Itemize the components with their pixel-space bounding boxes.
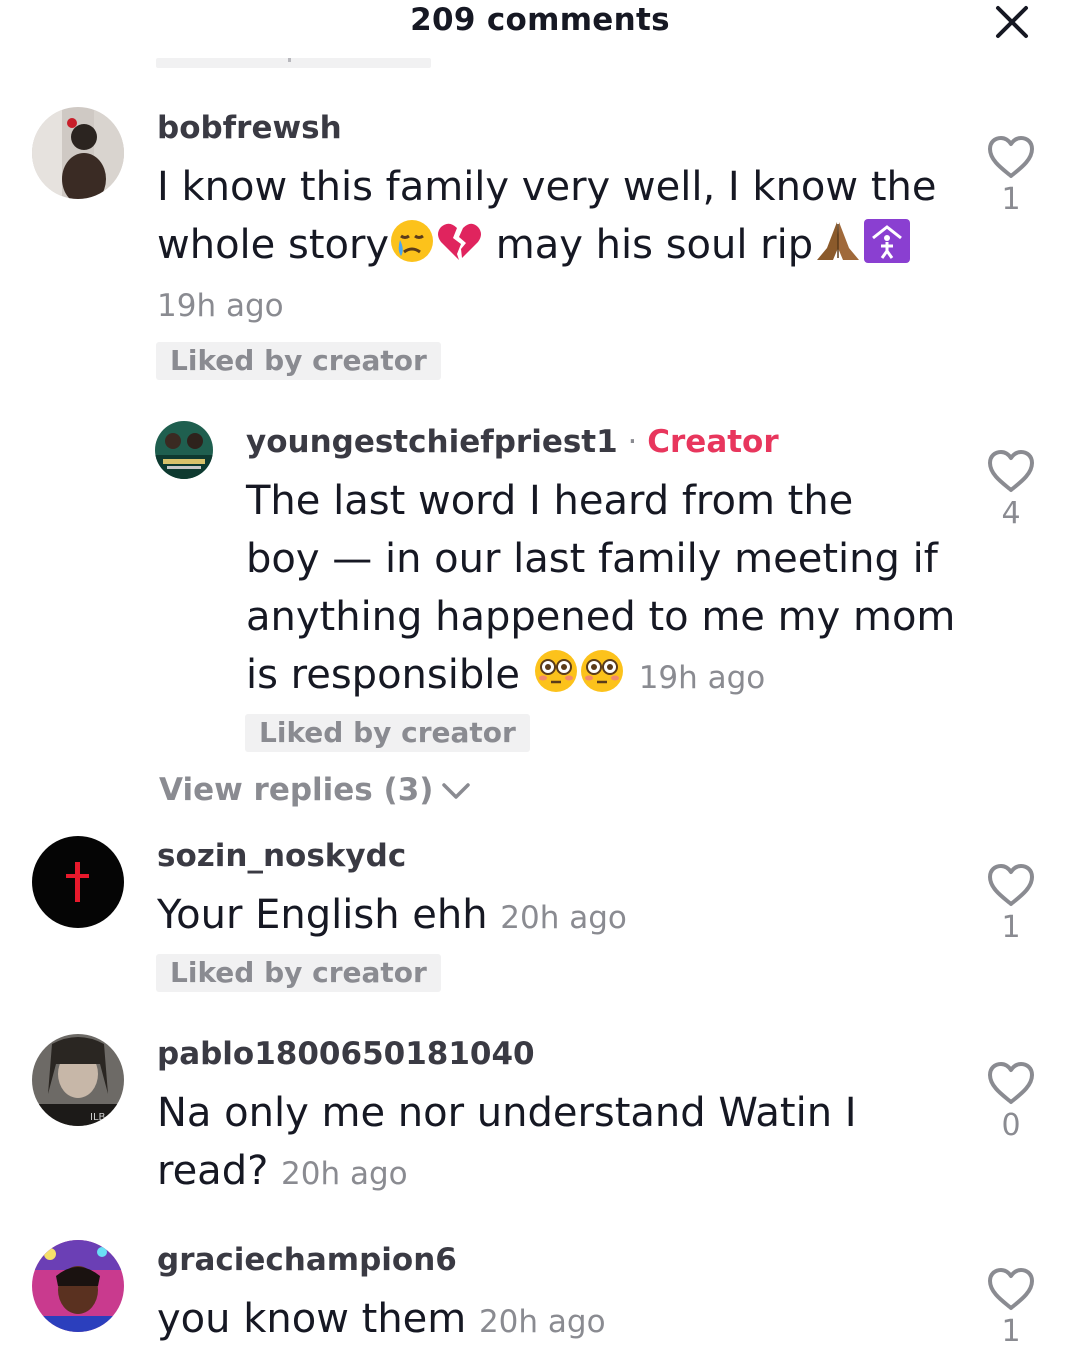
cutoff-liked-badge: [156, 58, 431, 68]
sad-crying-face-icon: [389, 218, 435, 280]
comment-text: Your English ehh 20h ago: [157, 886, 957, 947]
like-button[interactable]: 0: [981, 1060, 1041, 1143]
like-button[interactable]: 4: [981, 448, 1041, 531]
comment-username[interactable]: pablo1800650181040: [157, 1036, 535, 1072]
avatar[interactable]: [32, 1240, 124, 1332]
creator-tag: Creator: [647, 424, 779, 460]
comment-username[interactable]: sozin_noskydc: [157, 838, 406, 874]
chevron-down-icon: [441, 774, 471, 810]
comment-text: you know them 20h ago: [157, 1290, 957, 1350]
comment-timestamp: 19h ago: [638, 660, 766, 696]
like-count: 1: [1001, 910, 1021, 945]
comment-text: Na only me nor understand Watin I read? …: [157, 1084, 957, 1203]
comment-text-fragment: read?: [157, 1148, 282, 1194]
broken-heart-icon: [435, 218, 483, 280]
comment-username[interactable]: youngestchiefpriest1 · Creator: [246, 424, 779, 460]
heart-outline-icon: [988, 1062, 1034, 1104]
liked-by-creator-badge: Liked by creator: [156, 342, 441, 380]
like-count: 1: [1001, 182, 1021, 217]
like-button[interactable]: 1: [981, 862, 1041, 945]
comment-text-fragment: whole story: [157, 222, 390, 268]
comment-text-line: I know this family very well, I know the: [157, 164, 937, 210]
comment-text-line: read? 20h ago: [157, 1142, 957, 1203]
like-count: 0: [1001, 1108, 1021, 1143]
comment-username[interactable]: bobfrewsh: [157, 110, 342, 146]
avatar[interactable]: [32, 836, 124, 928]
view-replies-button[interactable]: View replies (3): [159, 772, 471, 810]
comment-username[interactable]: graciechampion6: [157, 1242, 457, 1278]
flushed-face-icon: [579, 648, 625, 710]
like-button[interactable]: 1: [981, 1266, 1041, 1349]
heart-outline-icon: [988, 1268, 1034, 1310]
comment-text: I know this family very well, I know the…: [157, 158, 957, 280]
comment-text-line: is responsible 19h ago: [246, 646, 966, 710]
comment-timestamp: 20h ago: [500, 900, 627, 936]
heart-outline-icon: [988, 450, 1034, 492]
comment-text-fragment: Your English ehh: [157, 892, 501, 938]
liked-by-creator-badge: Liked by creator: [156, 954, 441, 992]
comments-sheet: 209 comments bobfrewsh I know this famil…: [0, 0, 1080, 1350]
heart-outline-icon: [988, 864, 1034, 906]
avatar[interactable]: ILB: [32, 1034, 124, 1126]
separator-dot: ·: [617, 424, 648, 460]
comment-timestamp: 20h ago: [281, 1156, 408, 1192]
view-replies-label: View replies (3): [159, 772, 434, 808]
comment-timestamp: 20h ago: [478, 1304, 606, 1340]
comment-text-line: anything happened to me my mom: [246, 594, 956, 640]
comment-text-fragment: you know them: [157, 1296, 479, 1342]
comment-text-line: Na only me nor understand Watin I: [157, 1090, 857, 1136]
heart-outline-icon: [988, 136, 1034, 178]
liked-by-creator-badge: Liked by creator: [245, 714, 530, 752]
comments-header: 209 comments: [0, 0, 1080, 48]
comment-text-fragment: is responsible: [246, 652, 533, 698]
svg-text:ILB: ILB: [90, 1112, 106, 1123]
comment-text-line: The last word I heard from the: [246, 478, 854, 524]
comment-text-line: boy — in our last family meeting if: [246, 536, 938, 582]
like-count: 1: [1001, 1314, 1021, 1349]
like-button[interactable]: 1: [981, 134, 1041, 217]
close-icon[interactable]: [990, 0, 1034, 44]
comments-count-title: 209 comments: [410, 2, 670, 38]
avatar[interactable]: [32, 107, 124, 199]
comment-text-fragment: may his soul rip: [483, 222, 814, 268]
comment-text-line: whole story may his soul rip: [157, 216, 957, 280]
like-count: 4: [1001, 496, 1021, 531]
reply-username[interactable]: youngestchiefpriest1: [246, 424, 618, 460]
avatar[interactable]: [155, 421, 213, 479]
comment-text: The last word I heard from the boy — in …: [246, 472, 966, 710]
praying-hands-icon: [813, 218, 863, 280]
person-in-house-icon: [863, 218, 911, 280]
comment-timestamp: 19h ago: [157, 288, 284, 324]
flushed-face-icon: [533, 648, 579, 710]
